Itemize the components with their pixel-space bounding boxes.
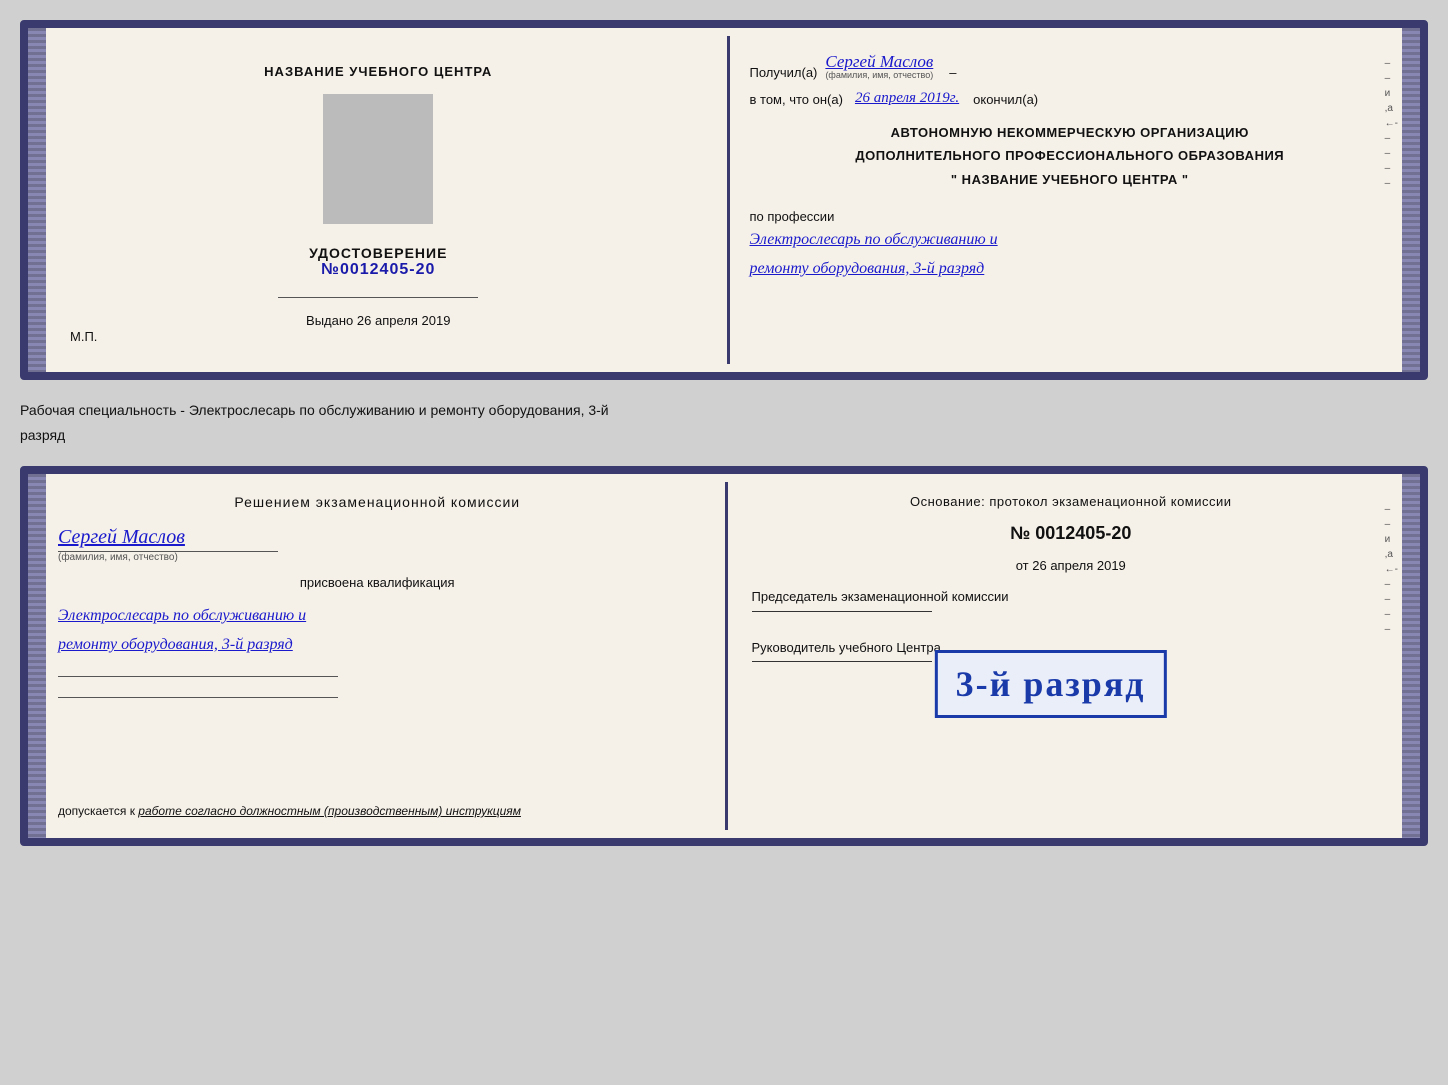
- auto-block: АВТОНОМНУЮ НЕКОММЕРЧЕСКУЮ ОРГАНИЗАЦИЮ ДО…: [750, 121, 1391, 191]
- right-edge-chars: ––и,а←-––––: [1385, 58, 1398, 362]
- date-completed: 26 апреля 2019г.: [855, 90, 959, 107]
- cert1-right: Получил(а) Сергей Маслов (фамилия, имя, …: [730, 28, 1421, 372]
- dash: –: [949, 65, 956, 80]
- mp-line: М.П.: [70, 329, 97, 344]
- auto-line3: " НАЗВАНИЕ УЧЕБНОГО ЦЕНТРА ": [750, 168, 1391, 191]
- predsedatel-block: Председатель экзаменационной комиссии: [752, 587, 1391, 616]
- profession-line1: Электрослесарь по обслуживанию и: [750, 226, 1391, 255]
- udostoverenie-label: УДОСТОВЕРЕНИЕ: [309, 245, 447, 261]
- recipient-name: Сергей Маслов: [825, 52, 933, 72]
- qualification-lines: Электрослесарь по обслуживанию и ремонту…: [58, 602, 697, 660]
- cert2-right: Основание: протокол экзаменационной коми…: [728, 474, 1421, 838]
- osnov-line: Основание: протокол экзаменационной коми…: [752, 494, 1391, 509]
- specialty-text-block: Рабочая специальность - Электрослесарь п…: [20, 398, 1428, 448]
- qual-line2: ремонту оборудования, 3-й разряд: [58, 631, 697, 660]
- stamp-overlay: 3-й разряд: [935, 650, 1167, 718]
- vtom-label: в том, что он(а): [750, 92, 843, 107]
- qual-line1: Электрослесарь по обслуживанию и: [58, 602, 697, 631]
- page-wrapper: НАЗВАНИЕ УЧЕБНОГО ЦЕНТРА УДОСТОВЕРЕНИЕ №…: [20, 20, 1428, 846]
- vtom-line: в том, что он(а) 26 апреля 2019г. окончи…: [750, 90, 1391, 107]
- dopuskaetsya-block: допускается к работе согласно должностны…: [58, 788, 697, 818]
- name-block: Сергей Маслов (фамилия, имя, отчество): [58, 526, 697, 563]
- cert2-left: Решением экзаменационной комиссии Сергей…: [28, 474, 725, 838]
- auto-line1: АВТОНОМНУЮ НЕКОММЕРЧЕСКУЮ ОРГАНИЗАЦИЮ: [750, 121, 1391, 144]
- auto-line2: ДОПОЛНИТЕЛЬНОГО ПРОФЕССИОНАЛЬНОГО ОБРАЗО…: [750, 144, 1391, 167]
- predsedatel-signature: [752, 611, 932, 612]
- po-professii: по профессии: [750, 209, 1391, 224]
- cert1-photo: [323, 94, 433, 224]
- fio-sublabel: (фамилия, имя, отчество): [825, 70, 933, 80]
- cert2-name: Сергей Маслов: [58, 526, 185, 549]
- vydano-line: Выдано 26 апреля 2019: [306, 313, 450, 328]
- specialty-text: Рабочая специальность - Электрослесарь п…: [20, 398, 1428, 423]
- protocol-number: № 0012405-20: [752, 523, 1391, 544]
- cert1-title: НАЗВАНИЕ УЧЕБНОГО ЦЕНТРА: [264, 62, 492, 83]
- certificate-card-1: НАЗВАНИЕ УЧЕБНОГО ЦЕНТРА УДОСТОВЕРЕНИЕ №…: [20, 20, 1428, 380]
- dopuskaetsya-value: работе согласно должностным (производств…: [138, 804, 521, 818]
- cert1-left: НАЗВАНИЕ УЧЕБНОГО ЦЕНТРА УДОСТОВЕРЕНИЕ №…: [28, 28, 727, 372]
- udostoverenie-number: №0012405-20: [309, 261, 447, 279]
- profession-block: по профессии Электрослесарь по обслужива…: [750, 209, 1391, 284]
- okonchill-label: окончил(а): [973, 92, 1038, 107]
- stamp-text: 3-й разряд: [956, 663, 1146, 705]
- udostoverenie-block: УДОСТОВЕРЕНИЕ №0012405-20: [309, 245, 447, 279]
- specialty-text2: разряд: [20, 423, 1428, 448]
- cert2-fio-sublabel: (фамилия, имя, отчество): [58, 552, 178, 563]
- resheniem-title: Решением экзаменационной комиссии: [58, 494, 697, 510]
- recipient-line: Получил(а) Сергей Маслов (фамилия, имя, …: [750, 52, 1391, 80]
- ot-line: от 26 апреля 2019: [752, 558, 1391, 573]
- dopuskaetsya-label: допускается к: [58, 804, 135, 818]
- profession-line2: ремонту оборудования, 3-й разряд: [750, 255, 1391, 284]
- certificate-card-2: Решением экзаменационной комиссии Сергей…: [20, 466, 1428, 846]
- cert2-right-edge-chars: ––и,а←-––––: [1385, 504, 1398, 828]
- prisvоena-line: присвоена квалификация: [58, 575, 697, 590]
- poluchil-label: Получил(а): [750, 65, 818, 80]
- rukovoditel-signature: [752, 661, 932, 662]
- predsedatel-label: Председатель экзаменационной комиссии: [752, 587, 1391, 607]
